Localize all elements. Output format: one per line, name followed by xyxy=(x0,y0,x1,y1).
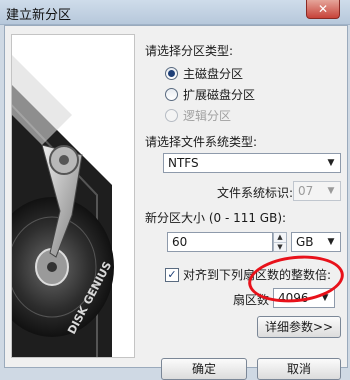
filesystem-id-label: 文件系统标识: xyxy=(217,186,294,200)
spin-down-icon[interactable]: ▼ xyxy=(274,243,286,252)
cancel-button[interactable]: 取消 xyxy=(257,358,341,380)
chevron-down-icon: ▼ xyxy=(327,186,335,196)
extended-partition-radio[interactable] xyxy=(165,88,178,101)
logical-partition-radio[interactable] xyxy=(165,109,178,122)
disk-illustration: DISK GENIUS xyxy=(11,34,135,358)
sectors-value: 4096 xyxy=(278,291,309,305)
advanced-params-button[interactable]: 详细参数>> xyxy=(257,316,341,338)
align-checkbox[interactable]: ✓ xyxy=(165,268,179,282)
partition-size-label: 新分区大小 (0 - 111 GB): xyxy=(145,211,287,225)
partition-size-input[interactable]: 60 xyxy=(167,232,273,252)
size-unit-select[interactable]: GB ▼ xyxy=(291,232,341,252)
sectors-select[interactable]: 4096 ▼ xyxy=(273,288,335,308)
sectors-label: 扇区数 xyxy=(233,293,270,307)
filesystem-type-label: 请选择文件系统类型: xyxy=(145,135,258,149)
filesystem-value: NTFS xyxy=(168,156,199,170)
logical-partition-label[interactable]: 逻辑分区 xyxy=(183,107,231,124)
primary-partition-label[interactable]: 主磁盘分区 xyxy=(183,65,243,82)
title-bar: 建立新分区 ✕ xyxy=(0,0,350,25)
extended-partition-label[interactable]: 扩展磁盘分区 xyxy=(183,86,255,103)
size-unit-value: GB xyxy=(296,235,314,249)
ok-button[interactable]: 确定 xyxy=(161,358,247,380)
close-icon: ✕ xyxy=(317,2,329,16)
filesystem-id-value: 07 xyxy=(298,184,314,198)
dialog-body: DISK GENIUS 请选择分区类型: 主磁盘分区 扩展磁盘分区 逻辑分区 请… xyxy=(4,25,348,380)
align-label[interactable]: 对齐到下列扇区数的整数倍: xyxy=(183,266,331,283)
size-spinner[interactable]: ▲ ▼ xyxy=(273,232,287,252)
spin-up-icon[interactable]: ▲ xyxy=(274,233,286,243)
partition-type-label: 请选择分区类型: xyxy=(145,44,234,58)
chevron-down-icon: ▼ xyxy=(321,293,329,303)
window-title: 建立新分区 xyxy=(6,8,72,23)
filesystem-select[interactable]: NTFS ▼ xyxy=(163,153,341,173)
chevron-down-icon: ▼ xyxy=(327,237,335,247)
close-button[interactable]: ✕ xyxy=(306,0,340,19)
filesystem-id-select[interactable]: 07 ▼ xyxy=(293,181,341,201)
chevron-down-icon: ▼ xyxy=(327,158,335,168)
hard-disk-image: DISK GENIUS xyxy=(12,55,114,357)
primary-partition-radio[interactable] xyxy=(165,67,178,80)
